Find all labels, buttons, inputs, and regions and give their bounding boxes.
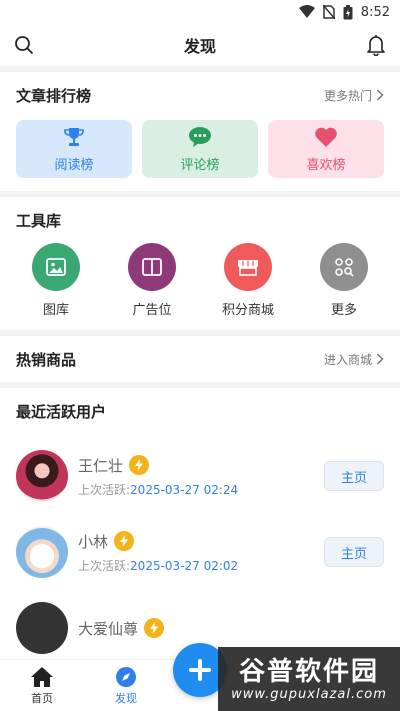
hot-products-section: 热销商品 进入商城 — [0, 336, 400, 382]
tool-points-mall-label: 积分商城 — [221, 303, 274, 318]
tool-gallery[interactable]: 图库 — [16, 243, 96, 318]
tab-discover[interactable]: 发现 — [84, 666, 168, 706]
home-icon — [31, 666, 53, 687]
lightning-badge-icon — [114, 531, 135, 551]
page-title: 发现 — [183, 37, 216, 56]
user-name: 大爱仙尊 — [78, 619, 139, 638]
like-ranking-label: 喜欢榜 — [306, 157, 346, 173]
book-icon — [128, 243, 176, 291]
watermark-url: www.gupuxlazal.com — [231, 686, 387, 702]
rankings-section: 文章排行榜 更多热门 阅读榜 评论榜 喜欢榜 — [0, 72, 400, 191]
grid-search-icon — [320, 243, 368, 291]
tool-more-label: 更多 — [330, 303, 357, 318]
list-item: 小林 上次活跃:2025-03-27 02:02 主页 — [16, 514, 384, 590]
tool-ad-slot-label: 广告位 — [132, 303, 172, 318]
comment-icon — [189, 126, 211, 147]
watermark-title: 谷普软件园 — [238, 656, 379, 687]
tool-points-mall[interactable]: 积分商城 — [208, 243, 288, 318]
enter-mall-link[interactable]: 进入商城 — [324, 351, 384, 368]
comment-ranking-card[interactable]: 评论榜 — [142, 120, 258, 178]
user-name: 王仁壮 — [78, 456, 124, 475]
active-users-title: 最近活跃用户 — [16, 402, 107, 421]
avatar[interactable] — [16, 450, 68, 502]
watermark: 谷普软件园 www.gupuxlazal.com — [218, 647, 400, 711]
bell-icon[interactable] — [364, 33, 388, 57]
hot-products-title: 热销商品 — [16, 350, 77, 369]
user-home-button[interactable]: 主页 — [324, 461, 384, 491]
last-active: 上次活跃:2025-03-27 02:02 — [78, 558, 239, 573]
heart-icon — [315, 127, 337, 147]
user-name: 小林 — [78, 532, 109, 551]
lightning-badge-icon — [129, 455, 150, 475]
tool-ad-slot[interactable]: 广告位 — [112, 243, 192, 318]
avatar[interactable] — [16, 526, 68, 578]
compass-icon — [116, 666, 136, 687]
more-hot-label: 更多热门 — [323, 88, 372, 103]
chevron-right-icon — [376, 89, 384, 101]
wifi-icon — [298, 5, 315, 19]
tools-title: 工具库 — [16, 211, 62, 230]
app-bar: 发现 — [0, 24, 400, 66]
no-sim-icon — [322, 5, 335, 19]
avatar[interactable] — [16, 602, 68, 654]
tab-discover-label: 发现 — [115, 691, 137, 705]
read-ranking-label: 阅读榜 — [54, 157, 94, 173]
chevron-right-icon — [376, 353, 384, 365]
tab-home-label: 首页 — [31, 691, 53, 705]
status-bar: 8:52 — [0, 0, 400, 24]
comment-ranking-label: 评论榜 — [180, 157, 220, 173]
read-ranking-card[interactable]: 阅读榜 — [16, 120, 132, 178]
store-icon — [224, 243, 272, 291]
last-active: 上次活跃:2025-03-27 02:24 — [78, 482, 239, 497]
search-icon[interactable] — [12, 33, 36, 57]
tool-gallery-label: 图库 — [42, 303, 69, 318]
battery-icon — [343, 4, 353, 20]
plus-icon — [189, 659, 211, 681]
like-ranking-card[interactable]: 喜欢榜 — [268, 120, 384, 178]
user-home-button[interactable]: 主页 — [324, 537, 384, 567]
lightning-badge-icon — [144, 618, 165, 638]
rankings-title: 文章排行榜 — [16, 86, 92, 105]
status-time: 8:52 — [360, 4, 390, 20]
more-hot-link[interactable]: 更多热门 — [324, 87, 384, 104]
image-icon — [32, 243, 80, 291]
list-item: 王仁壮 上次活跃:2025-03-27 02:24 主页 — [16, 438, 384, 514]
tool-more[interactable]: 更多 — [304, 243, 384, 318]
tools-section: 工具库 图库 广告位 积分商城 更多 — [0, 197, 400, 330]
trophy-icon — [64, 127, 84, 146]
enter-mall-label: 进入商城 — [323, 352, 372, 367]
active-users-section: 最近活跃用户 王仁壮 上次活跃:2025-03-27 02:24 主页 小林 上… — [0, 388, 400, 668]
tab-home[interactable]: 首页 — [0, 666, 84, 706]
